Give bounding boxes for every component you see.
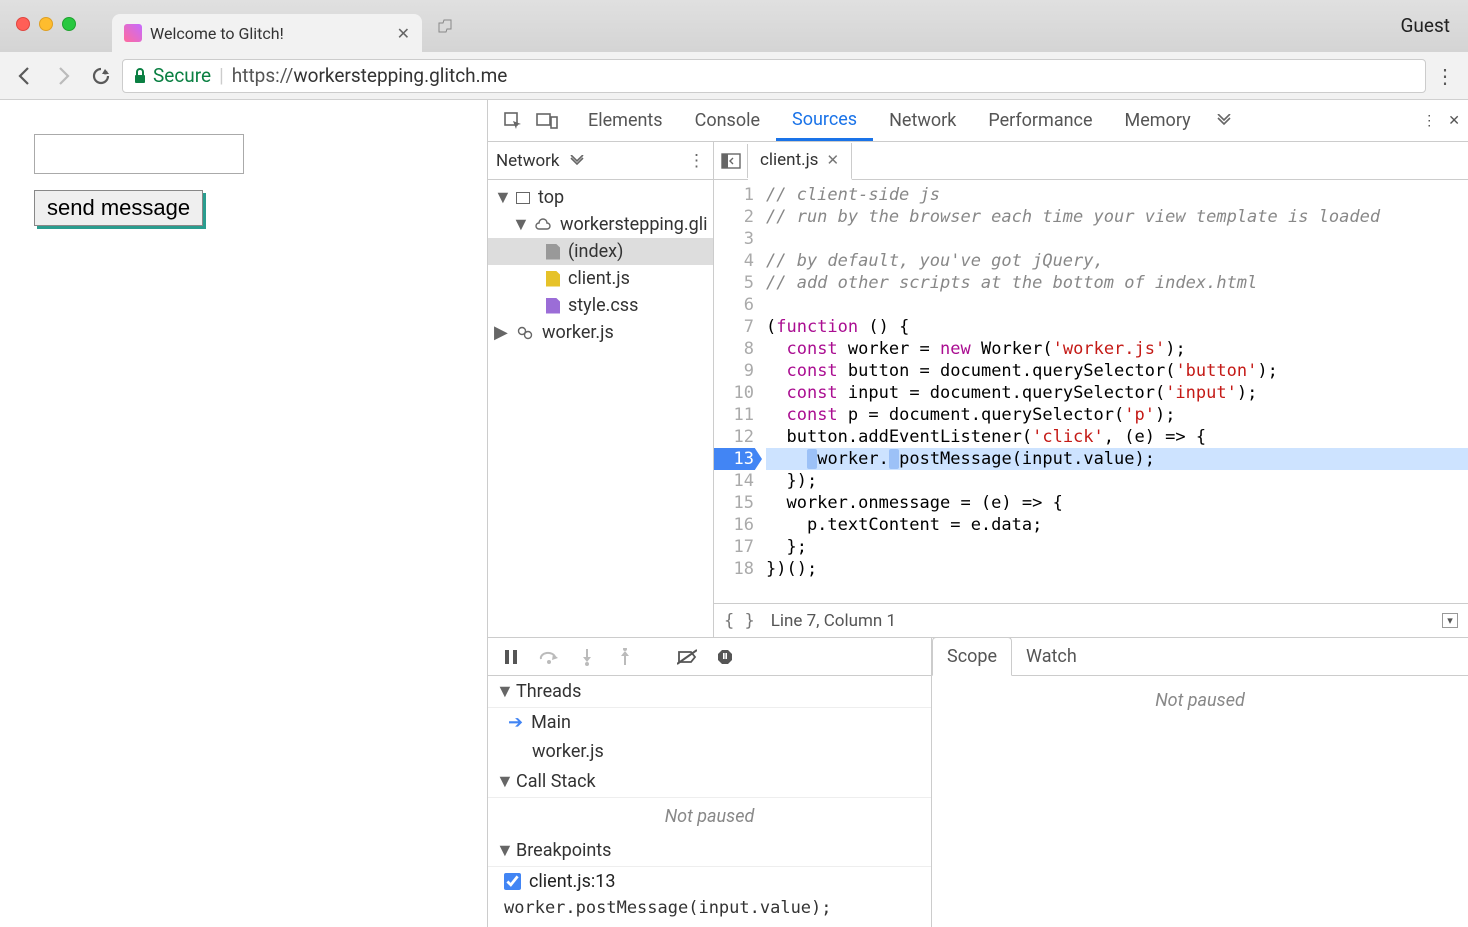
traffic-lights — [16, 17, 76, 31]
devtools-menu-icon[interactable]: ⋮ — [1422, 113, 1436, 129]
tree-file-stylecss[interactable]: style.css — [488, 292, 713, 319]
cursor-position: Line 7, Column 1 — [771, 611, 896, 631]
devtools-close-icon[interactable]: ✕ — [1448, 113, 1460, 129]
thread-worker[interactable]: worker.js — [488, 737, 931, 766]
browser-menu-button[interactable]: ⋮ — [1430, 64, 1460, 88]
navigator-header: Network ⋮ — [488, 142, 713, 180]
guest-label[interactable]: Guest — [1400, 14, 1450, 37]
secure-label: Secure — [153, 64, 211, 87]
tab-memory[interactable]: Memory — [1109, 100, 1207, 141]
forward-button[interactable] — [46, 59, 80, 93]
thread-main[interactable]: ➔ Main — [488, 708, 931, 737]
code-area[interactable]: 123456789101112131415161718 // client-si… — [714, 180, 1468, 603]
tab-network[interactable]: Network — [873, 100, 972, 141]
debugger-right-pane: Scope Watch Not paused — [932, 638, 1468, 927]
window-titlebar: Welcome to Glitch! ✕ Guest — [0, 0, 1468, 52]
devtools-panel: Elements Console Sources Network Perform… — [488, 100, 1468, 927]
navigator-menu-icon[interactable]: ⋮ — [688, 151, 705, 171]
browser-tab-title: Welcome to Glitch! — [150, 24, 284, 43]
gear-icon — [516, 324, 534, 342]
callstack-section-header[interactable]: ▼Call Stack — [488, 766, 931, 798]
back-button[interactable] — [8, 59, 42, 93]
send-message-button[interactable]: send message — [34, 190, 203, 226]
step-into-button[interactable] — [576, 646, 598, 668]
tree-worker[interactable]: ▶ worker.js — [488, 319, 713, 346]
new-tab-button[interactable] — [430, 11, 460, 41]
callstack-not-paused: Not paused — [488, 798, 931, 835]
code-content[interactable]: // client-side js// run by the browser e… — [762, 180, 1468, 603]
close-window-button[interactable] — [16, 17, 30, 31]
editor-file-tab[interactable]: client.js ✕ — [748, 143, 852, 180]
frame-icon — [516, 192, 530, 204]
threads-section-header[interactable]: ▼Threads — [488, 676, 931, 708]
minimize-window-button[interactable] — [39, 17, 53, 31]
message-input[interactable] — [34, 134, 244, 174]
toggle-navigator-icon[interactable] — [714, 144, 748, 178]
inspect-element-icon[interactable] — [496, 104, 530, 138]
content-area: send message Elements Console Sources Ne… — [0, 100, 1468, 927]
step-out-button[interactable] — [614, 646, 636, 668]
tab-sources[interactable]: Sources — [776, 100, 873, 141]
debugger-toolbar — [488, 638, 931, 676]
secure-chip[interactable]: Secure — [133, 64, 211, 87]
tab-scope[interactable]: Scope — [932, 637, 1012, 676]
omnibox[interactable]: Secure | https://workerstepping.glitch.m… — [122, 59, 1426, 93]
editor-statusbar: { } Line 7, Column 1 ▾ — [714, 603, 1468, 637]
close-file-icon[interactable]: ✕ — [826, 151, 839, 169]
lock-icon — [133, 68, 147, 84]
pause-on-exceptions-button[interactable] — [714, 646, 736, 668]
breakpoint-checkbox[interactable] — [504, 873, 521, 890]
statusbar-dropdown-icon[interactable]: ▾ — [1442, 613, 1458, 628]
tree-file-clientjs[interactable]: client.js — [488, 265, 713, 292]
browser-tab[interactable]: Welcome to Glitch! ✕ — [112, 14, 422, 52]
tab-watch[interactable]: Watch — [1012, 638, 1091, 675]
cloud-icon — [534, 216, 552, 234]
maximize-window-button[interactable] — [62, 17, 76, 31]
close-tab-icon[interactable]: ✕ — [397, 24, 410, 43]
editor-tabstrip: client.js ✕ — [714, 142, 1468, 180]
css-file-icon — [546, 298, 560, 314]
step-over-button[interactable] — [538, 646, 560, 668]
pretty-print-icon[interactable]: { } — [724, 611, 755, 631]
breakpoint-row[interactable]: client.js:13 — [488, 867, 931, 896]
js-file-icon — [546, 271, 560, 287]
sources-navigator: Network ⋮ ▼ top ▼ — [488, 142, 714, 637]
tab-console[interactable]: Console — [679, 100, 776, 141]
file-tree: ▼ top ▼ workerstepping.glitch — [488, 180, 713, 346]
breakpoint-code-preview: worker.postMessage(input.value); — [488, 896, 931, 924]
devtools-tabstrip: Elements Console Sources Network Perform… — [488, 100, 1468, 142]
navigator-tab-label[interactable]: Network — [496, 151, 560, 171]
active-thread-arrow-icon: ➔ — [508, 712, 523, 733]
url-text: https://workerstepping.glitch.me — [232, 64, 508, 87]
address-bar: Secure | https://workerstepping.glitch.m… — [0, 52, 1468, 100]
browser-tab-strip: Welcome to Glitch! ✕ — [112, 0, 1468, 52]
reload-button[interactable] — [84, 59, 118, 93]
pause-button[interactable] — [500, 646, 522, 668]
scope-not-paused: Not paused — [1155, 690, 1245, 711]
navigator-more-icon[interactable] — [570, 155, 584, 167]
tab-performance[interactable]: Performance — [972, 100, 1108, 141]
debugger-pane: ▼Threads ➔ Main worker.js ▼Call Stack No… — [488, 637, 1468, 927]
page-content: send message — [0, 100, 488, 927]
code-editor: client.js ✕ 123456789101112131415161718 … — [714, 142, 1468, 637]
device-toolbar-icon[interactable] — [530, 104, 564, 138]
tree-frame-top[interactable]: ▼ top — [488, 184, 713, 211]
tree-domain[interactable]: ▼ workerstepping.glitch — [488, 211, 713, 238]
line-gutter[interactable]: 123456789101112131415161718 — [714, 180, 762, 603]
more-tabs-icon[interactable] — [1207, 104, 1241, 138]
scope-watch-tabs: Scope Watch — [932, 638, 1468, 676]
tab-elements[interactable]: Elements — [572, 100, 679, 141]
deactivate-breakpoints-button[interactable] — [676, 646, 698, 668]
glitch-favicon — [124, 24, 142, 42]
debugger-left-pane: ▼Threads ➔ Main worker.js ▼Call Stack No… — [488, 638, 932, 927]
breakpoints-section-header[interactable]: ▼Breakpoints — [488, 835, 931, 867]
file-icon — [546, 244, 560, 260]
tree-file-index[interactable]: (index) — [488, 238, 713, 265]
